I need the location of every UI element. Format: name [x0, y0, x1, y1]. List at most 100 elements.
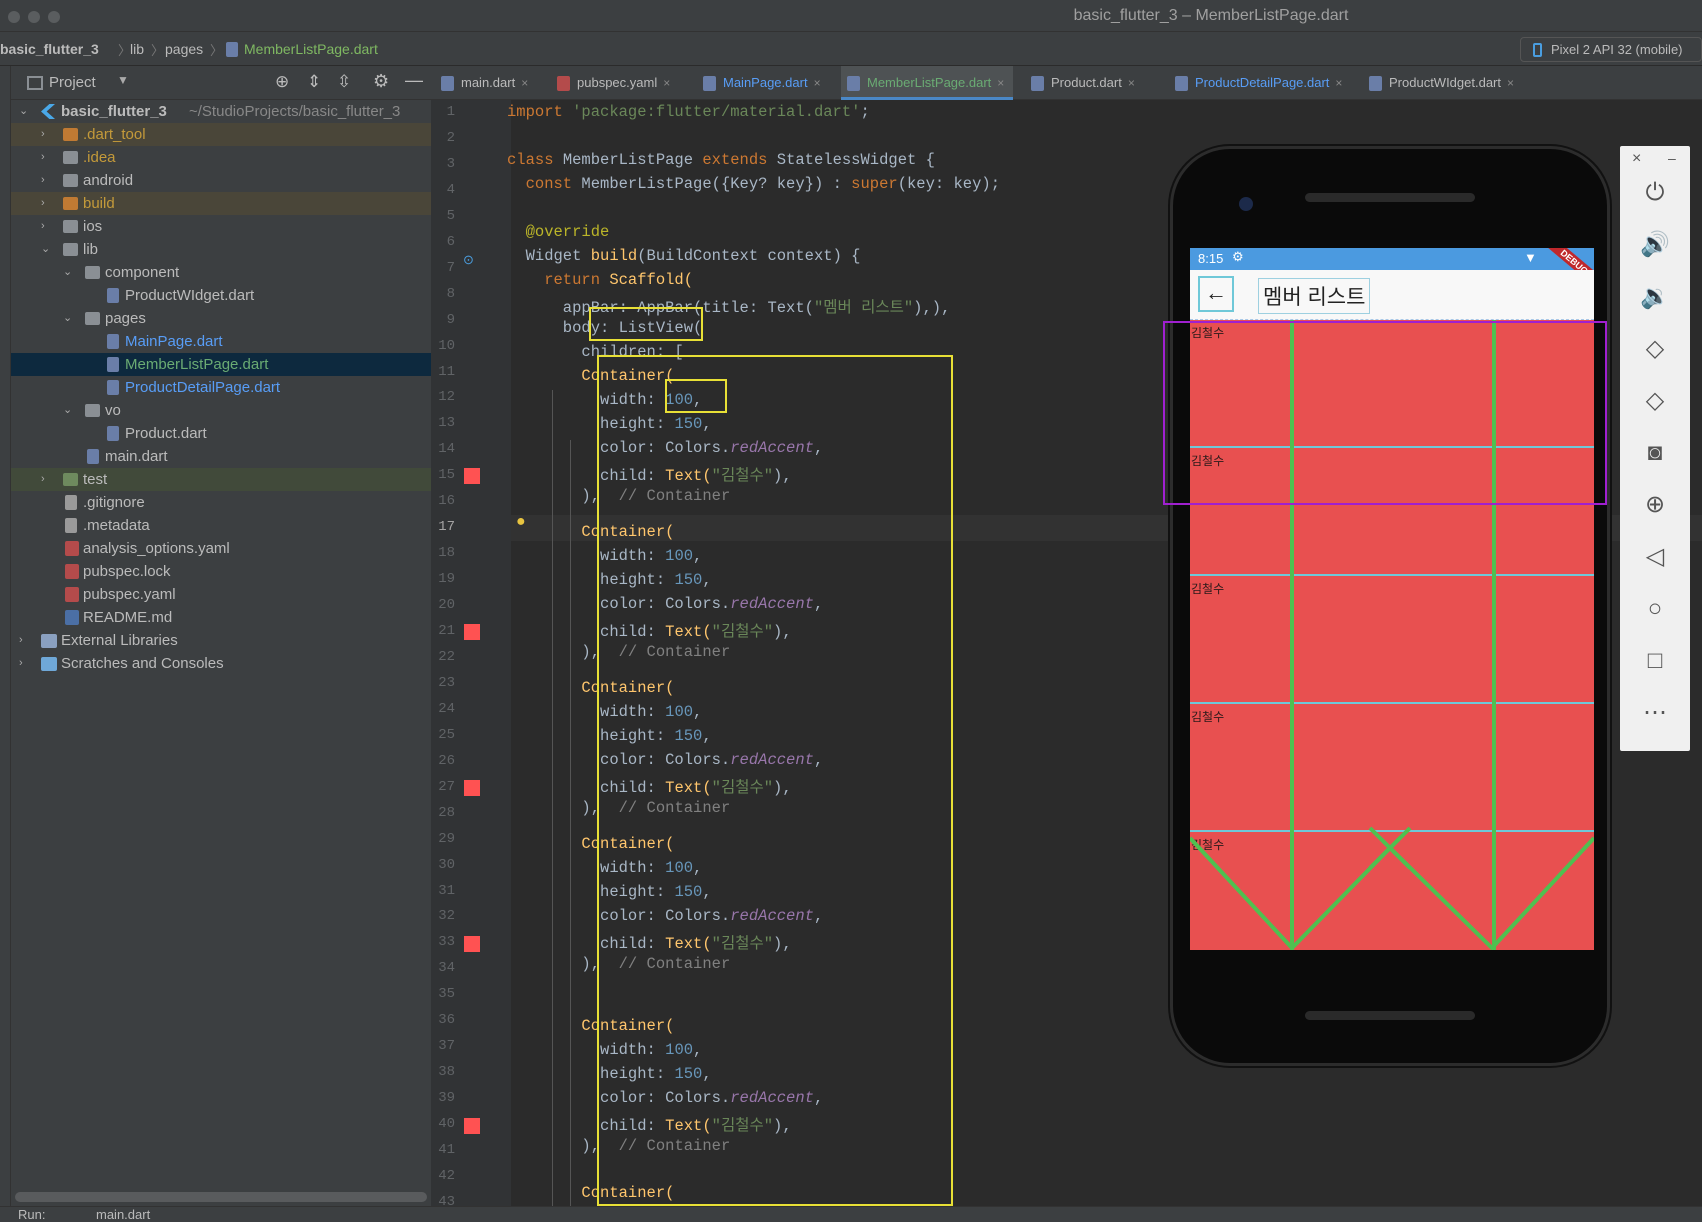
close-icon[interactable]: ×	[1507, 76, 1514, 90]
tree-item-pubspec-yaml[interactable]: pubspec.yaml	[11, 583, 431, 606]
breadcrumb-file[interactable]: MemberListPage.dart	[244, 41, 378, 57]
tree-item-pages[interactable]: ⌄ pages	[11, 307, 431, 330]
tree-item-scratches[interactable]: › Scratches and Consoles	[11, 652, 431, 675]
tree-item-product[interactable]: Product.dart	[11, 422, 431, 445]
tab-mainpage-dart[interactable]: MainPage.dart ×	[697, 66, 821, 100]
tree-item-lib[interactable]: ⌄ lib	[11, 238, 431, 261]
line-number: 40	[438, 1116, 455, 1133]
rotate-right-icon[interactable]: ◇	[1638, 384, 1672, 418]
minimize-icon[interactable]: –	[1668, 150, 1676, 166]
line-number: 38	[438, 1064, 455, 1081]
tree-item-gitignore[interactable]: .gitignore	[11, 491, 431, 514]
tree-item-vo[interactable]: ⌄ vo	[11, 399, 431, 422]
tree-item-memberlistpage[interactable]: MemberListPage.dart	[11, 353, 431, 376]
line-number: 11	[438, 363, 455, 380]
bottom-tool-bar: Run: main.dart	[0, 1206, 1702, 1222]
close-icon[interactable]: ×	[1128, 76, 1135, 90]
color-swatch-icon[interactable]	[464, 780, 480, 796]
zoom-icon[interactable]: ⊕	[1638, 488, 1672, 522]
chevron-down-icon: ⌄	[41, 243, 51, 255]
tab-label: ProductDetailPage.dart	[1195, 75, 1330, 90]
tree-item-main[interactable]: main.dart	[11, 445, 431, 468]
tree-item-label: basic_flutter_3	[61, 103, 167, 120]
tree-item-external-libraries[interactable]: › External Libraries	[11, 629, 431, 652]
tree-item-ios[interactable]: › ios	[11, 215, 431, 238]
color-swatch-icon[interactable]	[464, 468, 480, 484]
override-icon[interactable]: ⊙	[463, 252, 474, 268]
tab-memberlistpage-dart[interactable]: MemberListPage.dart ×	[841, 66, 1013, 100]
highlight-box	[589, 307, 703, 341]
hide-panel-icon[interactable]: —	[405, 70, 423, 91]
tree-item-pubspec-lock[interactable]: pubspec.lock	[11, 560, 431, 583]
more-icon[interactable]: ⋯	[1638, 696, 1672, 730]
tree-item-label: pages	[105, 310, 146, 327]
tree-item-label: ProductDetailPage.dart	[125, 379, 281, 396]
color-swatch-icon[interactable]	[464, 1118, 480, 1134]
tree-item-productdetailpage[interactable]: ProductDetailPage.dart	[11, 376, 431, 399]
close-icon[interactable]: ×	[814, 76, 821, 90]
dart-file-icon	[1031, 76, 1044, 91]
gear-icon[interactable]: ⚙	[373, 71, 389, 92]
collapse-all-icon[interactable]: ⇳	[337, 72, 351, 92]
selection-highlight-box	[1163, 321, 1607, 505]
tree-item-android[interactable]: › android	[11, 169, 431, 192]
close-icon[interactable]: ×	[997, 76, 1004, 90]
chevron-down-icon[interactable]: ▼	[117, 73, 129, 87]
overview-icon[interactable]: □	[1638, 644, 1672, 678]
tree-item-metadata[interactable]: .metadata	[11, 514, 431, 537]
camera-icon[interactable]: ◙	[1638, 436, 1672, 470]
tree-item-build[interactable]: › build	[11, 192, 431, 215]
line-number: 26	[438, 752, 455, 769]
tree-item-readme[interactable]: README.md	[11, 606, 431, 629]
expand-all-icon[interactable]: ⇕	[307, 72, 321, 92]
close-icon[interactable]: ×	[521, 76, 528, 90]
tree-item-idea[interactable]: › .idea	[11, 146, 431, 169]
color-swatch-icon[interactable]	[464, 936, 480, 952]
yaml-file-icon	[557, 76, 570, 91]
tab-productdetailpage-dart[interactable]: ProductDetailPage.dart ×	[1169, 66, 1342, 100]
home-icon[interactable]: ○	[1638, 592, 1672, 626]
tab-main-dart[interactable]: main.dart ×	[435, 66, 528, 100]
tree-item-label: External Libraries	[61, 632, 178, 649]
tool-window-strip[interactable]	[0, 66, 11, 1206]
color-swatch-icon[interactable]	[464, 624, 480, 640]
breadcrumb-project[interactable]: basic_flutter_3	[0, 41, 99, 57]
folder-icon	[63, 243, 78, 256]
close-icon[interactable]: ×	[663, 76, 670, 90]
power-icon[interactable]: ⏻	[1638, 176, 1672, 210]
breadcrumb-lib[interactable]: lib	[130, 41, 144, 57]
line-number: 2	[446, 129, 455, 146]
run-label[interactable]: Run:	[18, 1207, 45, 1222]
device-selector[interactable]: Pixel 2 API 32 (mobile)	[1520, 37, 1702, 62]
line-number: 10	[438, 337, 455, 354]
tree-item-label: build	[83, 195, 115, 212]
tree-item-label: ProductWIdget.dart	[125, 287, 255, 304]
tab-pubspec-yaml[interactable]: pubspec.yaml ×	[551, 66, 670, 100]
tab-productwidget-dart[interactable]: ProductWIdget.dart ×	[1363, 66, 1514, 100]
tree-item-analysis-options[interactable]: analysis_options.yaml	[11, 537, 431, 560]
scratches-icon	[41, 657, 57, 671]
folder-icon	[85, 266, 100, 279]
tree-item-test[interactable]: › test	[11, 468, 431, 491]
back-icon[interactable]: ◁	[1638, 540, 1672, 574]
tree-item-dart-tool[interactable]: › .dart_tool	[11, 123, 431, 146]
project-view-selector[interactable]: Project	[49, 74, 96, 91]
tree-item-root[interactable]: ⌄ basic_flutter_3 ~/StudioProjects/basic…	[11, 100, 431, 123]
locate-icon[interactable]: ⊕	[275, 72, 289, 92]
tree-item-component[interactable]: ⌄ component	[11, 261, 431, 284]
back-icon[interactable]: ←	[1198, 276, 1234, 312]
tab-product-dart[interactable]: Product.dart ×	[1025, 66, 1135, 100]
tree-item-productwidget[interactable]: ProductWIdget.dart	[11, 284, 431, 307]
run-config-tab[interactable]: main.dart	[96, 1207, 150, 1222]
close-icon[interactable]: ×	[1632, 150, 1641, 168]
project-scrollbar[interactable]	[15, 1192, 427, 1202]
line-number: 42	[438, 1167, 455, 1184]
rotate-left-icon[interactable]: ◇	[1638, 332, 1672, 366]
tree-item-mainpage[interactable]: MainPage.dart	[11, 330, 431, 353]
volume-up-icon[interactable]: 🔊	[1638, 228, 1672, 262]
breadcrumb-pages[interactable]: pages	[165, 41, 203, 57]
tab-label: Product.dart	[1051, 75, 1122, 90]
volume-down-icon[interactable]: 🔉	[1638, 280, 1672, 314]
close-icon[interactable]: ×	[1335, 76, 1342, 90]
gear-icon: ⚙	[1232, 249, 1244, 264]
